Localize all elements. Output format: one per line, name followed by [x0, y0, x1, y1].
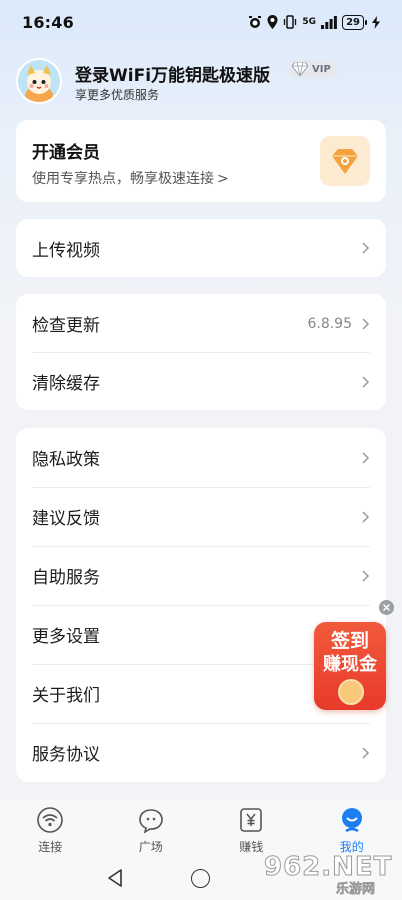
menu-item-label: 建议反馈	[32, 509, 100, 529]
update-card: 检查更新 6.8.95 清除缓存	[16, 294, 386, 410]
vibrate-icon	[284, 15, 297, 29]
battery-indicator: 29	[342, 14, 367, 30]
menu-item-privacy-policy[interactable]: 隐私政策	[16, 428, 386, 487]
status-bar: 16:46 5G 29	[0, 0, 402, 44]
tab-label: 连接	[38, 840, 63, 854]
watermark-sub: 乐游网	[336, 882, 376, 898]
menu-item-upload-video[interactable]: 上传视频	[16, 219, 386, 277]
chevron-right-icon	[362, 451, 370, 464]
chevron-right-icon	[362, 746, 370, 759]
yuan-icon	[240, 808, 263, 832]
menu-item-check-update[interactable]: 检查更新 6.8.95	[16, 294, 386, 353]
site-watermark-logo: 962.NET 乐游网	[263, 852, 398, 898]
signal-icon	[321, 15, 337, 29]
version-number: 6.8.95	[307, 315, 352, 332]
chevron-right-icon	[362, 317, 370, 330]
close-icon	[382, 603, 391, 612]
profile-subtitle: 享更多优质服务	[75, 88, 160, 102]
tab-connect[interactable]: 连接	[0, 800, 101, 860]
login-title[interactable]: 登录WiFi万能钥匙极速版	[75, 61, 270, 86]
menu-item-self-service[interactable]: 自助服务	[16, 546, 386, 605]
upload-card: 上传视频	[16, 219, 386, 277]
bottom-tab-bar: 连接 广场 赚钱 我的	[0, 800, 402, 860]
network-type: 5G	[302, 17, 317, 27]
ad-line-2: 赚现金	[323, 654, 377, 675]
tab-earn[interactable]: 赚钱	[201, 800, 302, 860]
menu-item-clear-cache[interactable]: 清除缓存	[16, 352, 386, 411]
menu-item-feedback[interactable]: 建议反馈	[16, 487, 386, 546]
chat-bubble-icon	[138, 809, 163, 834]
tab-label: 赚钱	[239, 840, 264, 854]
avatar[interactable]	[16, 58, 62, 104]
member-subtitle-chevron: >	[217, 171, 229, 187]
menu-item-service-agreement[interactable]: 服务协议	[16, 723, 386, 782]
member-card[interactable]: 开通会员 使用专享热点，畅享极速连接 >	[16, 120, 386, 202]
ad-line-1: 签到	[330, 630, 369, 652]
member-subtitle-text: 使用专享热点，畅享极速连接	[32, 171, 214, 187]
menu-item-label: 服务协议	[32, 745, 100, 765]
wifi-icon	[37, 807, 64, 833]
member-title: 开通会员	[32, 143, 100, 163]
chevron-right-icon	[362, 375, 370, 388]
tab-label: 广场	[138, 840, 163, 854]
menu-item-label: 自助服务	[32, 568, 100, 588]
status-time: 16:46	[22, 12, 74, 32]
vip-label: VIP	[312, 63, 331, 75]
coin-icon	[338, 679, 364, 705]
back-triangle-icon[interactable]	[106, 868, 124, 888]
home-circle-icon[interactable]	[191, 869, 210, 888]
checkin-earn-cash-ad[interactable]: 签到 赚现金	[314, 622, 386, 710]
profile-header[interactable]: 登录WiFi万能钥匙极速版 VIP 享更多优质服务	[16, 56, 386, 106]
diamond-icon	[292, 62, 308, 76]
chevron-right-icon	[362, 569, 370, 582]
status-icons: 5G 29	[248, 14, 380, 30]
float-ad-close-button[interactable]	[379, 600, 394, 615]
alarm-icon	[249, 16, 262, 28]
member-subtitle: 使用专享热点，畅享极速连接 >	[32, 168, 229, 188]
menu-item-label: 清除缓存	[32, 374, 100, 394]
person-icon	[341, 808, 362, 833]
battery-level: 29	[346, 16, 360, 28]
misc-card: 隐私政策 建议反馈 自助服务 更多设置 关于我们 服务协议	[16, 428, 386, 782]
chevron-right-icon	[362, 242, 370, 254]
charging-icon	[372, 15, 380, 29]
location-icon	[267, 15, 278, 29]
menu-item-label: 上传视频	[32, 240, 100, 261]
tab-mine[interactable]: 我的	[302, 800, 402, 860]
avatar-mascot-icon	[18, 60, 60, 102]
chevron-right-icon	[362, 510, 370, 523]
vip-badge: VIP	[289, 60, 337, 78]
menu-item-label: 检查更新	[32, 316, 100, 336]
member-crown-icon	[320, 136, 370, 186]
tab-square[interactable]: 广场	[101, 800, 202, 860]
menu-item-label: 隐私政策	[32, 450, 100, 470]
